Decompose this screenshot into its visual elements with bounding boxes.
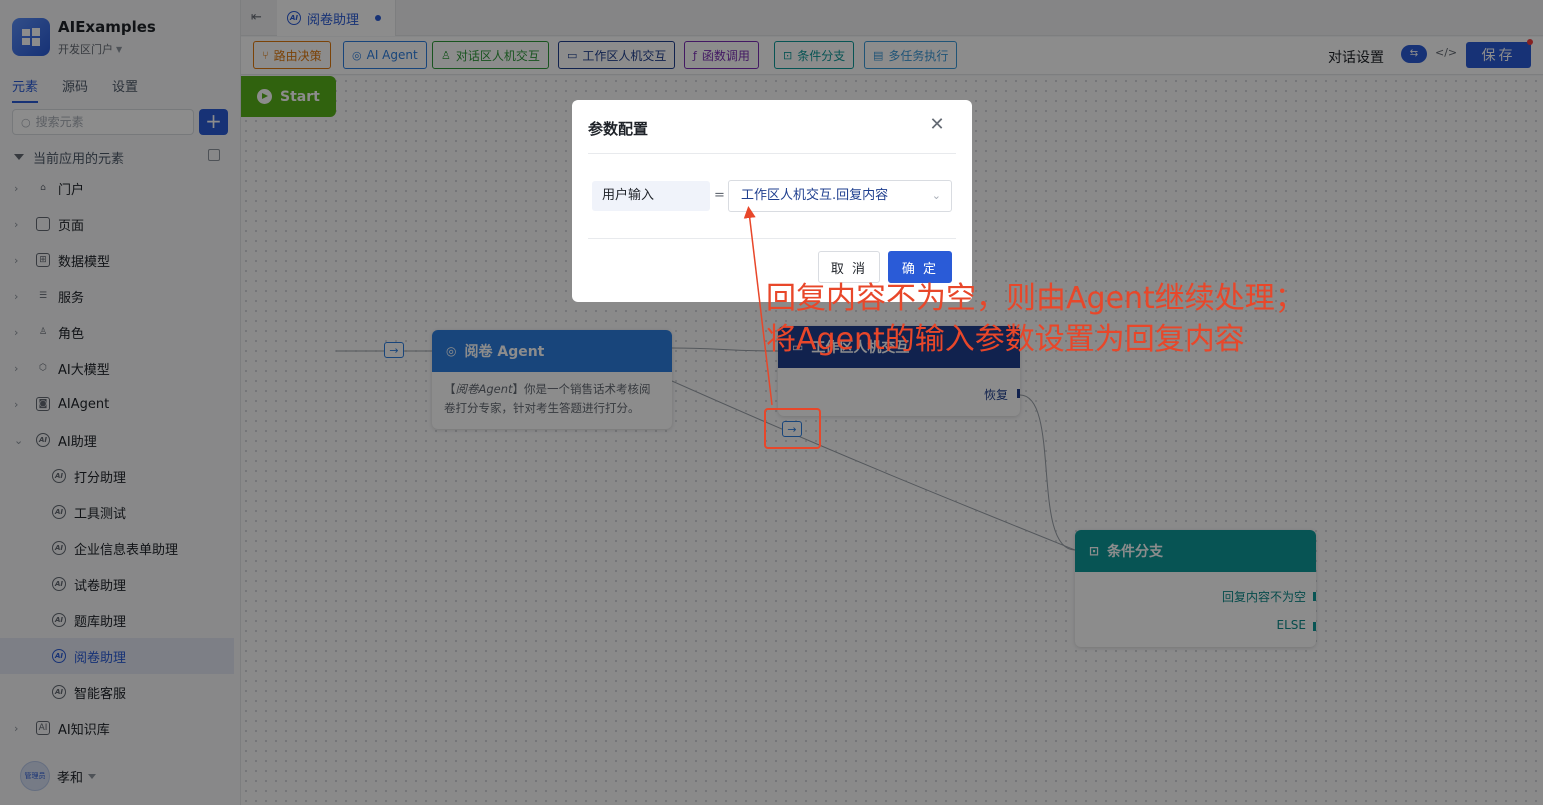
param-name-label: 用户输入 [592, 181, 710, 211]
annotation-text: 回复内容不为空，则由Agent继续处理； 将Agent的输入参数设置为回复内容 [766, 278, 1305, 360]
annotation-line-1: 回复内容不为空，则由Agent继续处理； [766, 281, 1305, 316]
divider [588, 153, 956, 154]
divider [588, 238, 956, 239]
param-config-dialog: 参数配置 ✕ 用户输入 = 工作区人机交互.回复内容 ⌄ 取 消 确 定 [572, 100, 972, 302]
equals-sign: = [714, 188, 725, 203]
param-value-select[interactable]: 工作区人机交互.回复内容 ⌄ [728, 180, 952, 212]
close-icon[interactable]: ✕ [927, 115, 947, 135]
chevron-down-icon: ⌄ [931, 189, 941, 202]
dialog-title: 参数配置 [588, 120, 649, 138]
annotation-highlight-box [764, 408, 821, 449]
param-value: 工作区人机交互.回复内容 [741, 188, 889, 203]
annotation-line-2: 将Agent的输入参数设置为回复内容 [766, 322, 1245, 357]
